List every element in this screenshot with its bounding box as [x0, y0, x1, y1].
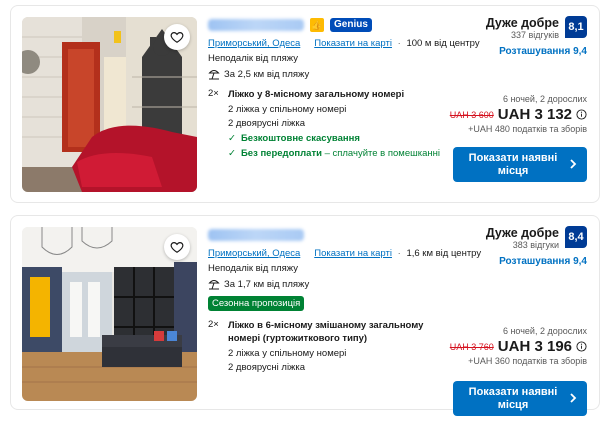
- room-bed-type: 2 двоярусні ліжка: [228, 362, 306, 373]
- heart-icon: [170, 242, 184, 253]
- room-quantity: 2×: [208, 88, 219, 99]
- room-bed-info: 2 ліжка у спільному номері: [228, 104, 347, 115]
- beach-distance-row: За 2,5 км від пляжу: [208, 68, 440, 80]
- room-title: Ліжко в 6-місному змішаному загальному н…: [228, 320, 424, 344]
- property-name-blurred[interactable]: [208, 19, 304, 31]
- genius-badge: Genius: [330, 18, 372, 32]
- info-icon[interactable]: [576, 341, 587, 352]
- favorite-button[interactable]: [164, 24, 190, 50]
- room-quantity: 2×: [208, 319, 219, 330]
- review-count: 337 відгуків: [510, 30, 559, 40]
- original-price: UAH 3 600: [449, 109, 494, 120]
- beach-distance: За 2,5 км від пляжу: [224, 68, 310, 80]
- current-price: UAH 3 132: [497, 106, 572, 123]
- rating-word: Дуже добре: [485, 226, 559, 240]
- beach-umbrella-icon: [208, 70, 220, 80]
- chevron-right-icon: [570, 393, 577, 403]
- property-title-row: 👍 Genius: [208, 16, 440, 34]
- free-cancellation: ✓ Безкоштовне скасування: [228, 133, 360, 144]
- taxes-fees: +UAH 360 податків та зборів: [468, 356, 587, 366]
- show-availability-button[interactable]: Показати наявні місця: [453, 381, 587, 416]
- rating-word: Дуже добре: [485, 16, 559, 30]
- rating-block: Дуже добре 383 відгуки 8,4 Розташування …: [427, 226, 587, 267]
- heart-icon: [170, 32, 184, 43]
- beach-distance: За 1,7 км від пляжу: [224, 278, 310, 290]
- property-info: Приморський, Одеса Показати на карті · 1…: [208, 226, 482, 373]
- stay-length: 6 ночей, 2 дорослих: [502, 94, 587, 104]
- property-name-blurred[interactable]: [208, 229, 304, 241]
- location-score: Розташування 9,4: [499, 256, 587, 267]
- current-price: UAH 3 196: [497, 338, 572, 355]
- city-link[interactable]: Приморський, Одеса: [208, 38, 300, 49]
- checkmark-icon: ✓: [228, 148, 236, 159]
- original-price: UAH 3 760: [449, 341, 494, 352]
- chevron-right-icon: [570, 159, 577, 169]
- show-on-map-link[interactable]: Показати на карті: [314, 248, 392, 259]
- review-score-badge[interactable]: 8,1: [565, 16, 587, 38]
- price-block: 6 ночей, 2 дорослих UAH 3 600 UAH 3 132 …: [417, 94, 587, 134]
- review-score-badge[interactable]: 8,4: [565, 226, 587, 248]
- room-bed-info: 2 ліжка у спільному номері: [228, 348, 347, 359]
- beach-distance-row: За 1,7 км від пляжу: [208, 278, 440, 290]
- property-title-row: [208, 226, 440, 244]
- no-prepayment: ✓ Без передоплати – сплачуйте в помешкан…: [228, 148, 440, 159]
- show-on-map-link[interactable]: Показати на карті: [314, 38, 392, 49]
- location-row: Приморський, Одеса Показати на карті · 1…: [208, 248, 482, 259]
- property-info: 👍 Genius Приморський, Одеса Показати на …: [208, 16, 480, 159]
- checkmark-icon: ✓: [228, 133, 236, 144]
- room-bed-type: 2 двоярусні ліжка: [228, 118, 306, 129]
- near-beach-label: Неподалік від пляжу: [208, 263, 299, 274]
- seasonal-offer-badge: Сезонна пропозиція: [208, 296, 305, 311]
- stay-length: 6 ночей, 2 дорослих: [502, 326, 587, 336]
- room-details: 2× Ліжко у 8-місному загальному номері 2…: [208, 88, 440, 159]
- taxes-fees: +UAH 480 податків та зборів: [468, 124, 587, 134]
- property-card: 👍 Genius Приморський, Одеса Показати на …: [10, 5, 600, 203]
- property-photo[interactable]: [22, 17, 197, 192]
- location-row: Приморський, Одеса Показати на карті · 1…: [208, 38, 480, 49]
- property-card: Приморський, Одеса Показати на карті · 1…: [10, 215, 600, 416]
- rating-block: Дуже добре 337 відгуків 8,1 Розташування…: [427, 16, 587, 57]
- beach-umbrella-icon: [208, 280, 220, 290]
- show-availability-button[interactable]: Показати наявні місця: [453, 147, 587, 182]
- review-count: 383 відгуки: [512, 240, 559, 250]
- city-link[interactable]: Приморський, Одеса: [208, 248, 300, 259]
- info-icon[interactable]: [576, 109, 587, 120]
- property-photo[interactable]: [22, 227, 197, 401]
- thumbs-up-icon: 👍: [310, 18, 324, 32]
- price-block: 6 ночей, 2 дорослих UAH 3 760 UAH 3 196 …: [417, 326, 587, 366]
- location-score: Розташування 9,4: [499, 46, 587, 57]
- near-beach-label: Неподалік від пляжу: [208, 53, 299, 64]
- room-title: Ліжко у 8-місному загальному номері: [228, 89, 405, 100]
- room-details: 2× Ліжко в 6-місному змішаному загальном…: [208, 319, 440, 373]
- favorite-button[interactable]: [164, 234, 190, 260]
